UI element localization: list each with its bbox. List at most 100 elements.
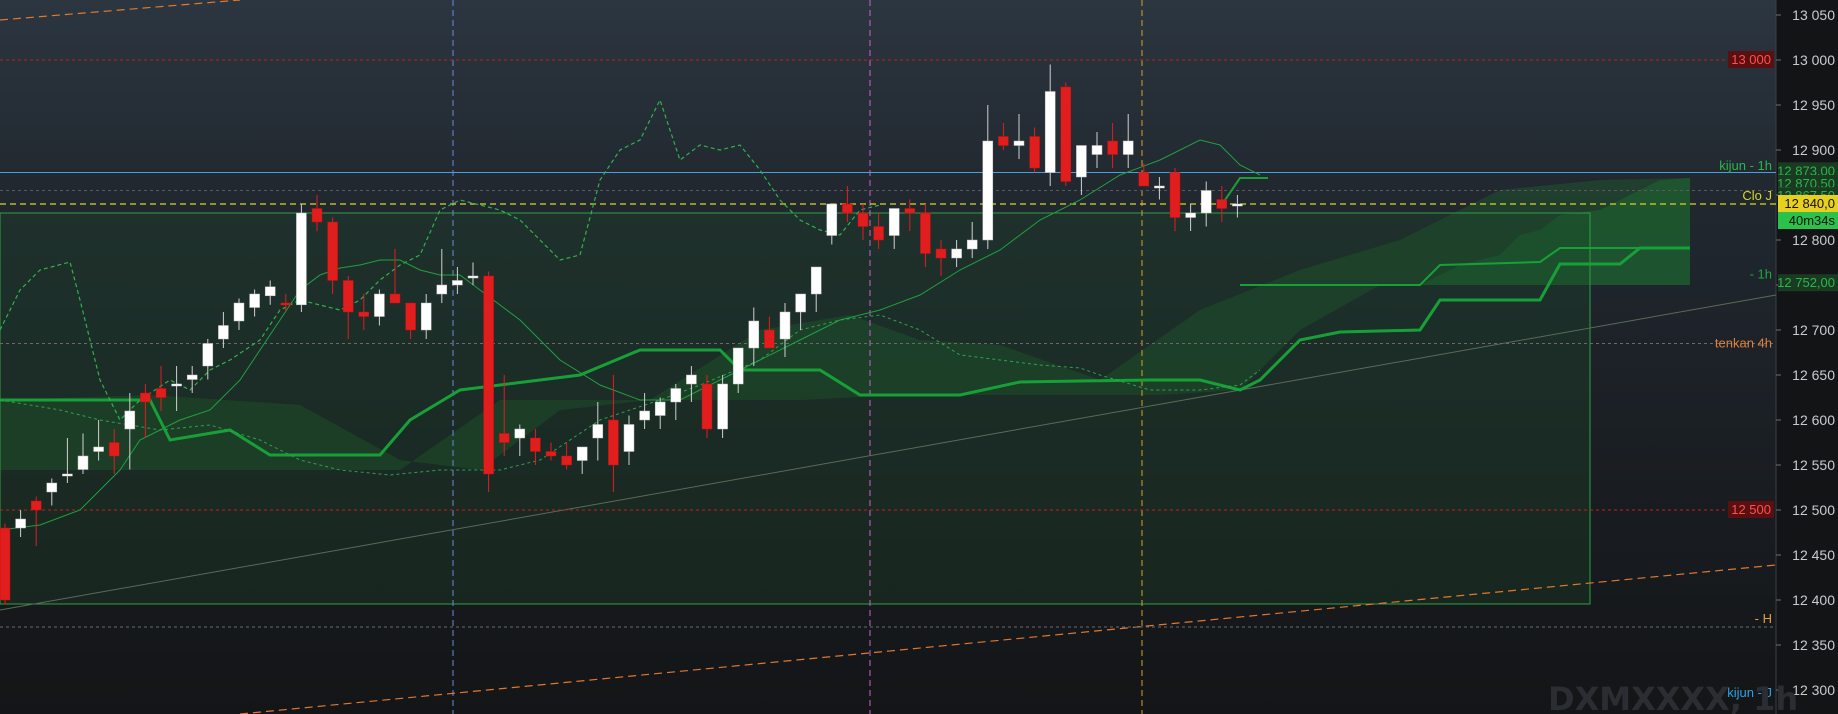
candle-body-6 [93,446,104,452]
candle-body-64 [998,136,1009,146]
candle-body-28 [436,284,448,295]
candle-body-61 [951,248,962,259]
tick-label-1: 13 000 [1792,52,1835,68]
candle-body-33 [514,428,526,439]
tick-label-8: 12 650 [1792,367,1835,383]
candle-body-5 [77,455,89,470]
candle-body-12 [186,374,198,380]
candle-body-75 [1169,172,1181,218]
candle-body-2 [30,500,42,511]
candle-body-58 [904,208,916,214]
candle-body-20 [311,208,323,223]
candle-body-72 [1122,140,1134,155]
tick-label-13: 12 400 [1792,592,1835,608]
candle-body-48 [748,320,760,349]
candle-body-29 [452,280,463,286]
candle-body-45 [701,383,713,430]
candle-body-68 [1060,86,1072,182]
candle-body-40 [623,424,635,452]
candle-body-14 [218,325,229,340]
candle-body-4 [62,473,73,477]
candle-body-17 [264,286,276,297]
tick-label-0: 13 050 [1792,7,1835,23]
candle-body-10 [155,388,167,398]
candle-body-60 [935,248,947,259]
candle-body-16 [249,293,260,308]
tick-label-5: 12 800 [1792,232,1835,248]
candle-body-0 [0,527,11,601]
candle-body-22 [342,280,354,313]
candle-body-11 [171,383,182,387]
last-price-tag: 12 840,0 [1784,196,1835,211]
candle-body-38 [592,424,604,439]
label-clo-j: Clo J [1742,188,1772,203]
label-tenkan-4h: tenkan 4h [1715,336,1772,351]
range-box [0,212,1591,605]
level-tag-12500: 12 500 [1731,502,1771,517]
candle-body-79 [1232,203,1243,207]
candle-body-30 [467,275,479,279]
right-tag-3: 12 752,00 [1777,275,1835,290]
chart-root: 13 05013 00012 95012 90012 85012 80012 7… [0,0,1838,714]
candle-body-39 [608,419,619,466]
candle-body-1 [15,518,26,529]
tick-label-11: 12 500 [1792,502,1835,518]
candle-body-43 [670,388,682,403]
candle-body-50 [779,311,791,340]
candle-body-9 [140,392,151,403]
candle-body-26 [405,302,416,331]
candle-body-74 [1154,185,1165,189]
candle-body-25 [389,293,401,304]
countdown-tag: 40m34s [1789,213,1836,228]
candle-body-65 [1013,140,1025,146]
candle-body-13 [202,343,214,367]
candle-body-3 [46,482,58,493]
symbol-watermark: DXMXXXX, 1h [1548,680,1798,714]
label-1h: - 1h [1750,267,1772,282]
candle-body-15 [233,302,245,322]
candle-body-31 [483,275,494,475]
candle-body-7 [108,442,120,457]
candle-body-19 [296,212,307,306]
candle-body-52 [810,266,822,295]
candle-body-41 [639,410,650,421]
candle-body-63 [982,140,994,241]
candle-body-69 [1076,145,1087,178]
candle-body-34 [530,437,541,452]
candle-body-54 [842,203,853,214]
candle-body-76 [1185,212,1196,218]
candle-body-67 [1044,91,1056,173]
candle-body-27 [420,302,432,331]
candle-body-62 [966,239,978,250]
range-rectangle [0,212,1591,605]
candle-body-71 [1107,140,1118,155]
candle-body-47 [732,347,744,385]
candle-body-78 [1216,199,1228,209]
candle-body-70 [1091,145,1103,155]
candle-body-49 [764,329,775,349]
candle-body-37 [576,446,588,461]
candle-body-42 [654,401,666,416]
candle-body-36 [561,455,572,466]
tick-label-10: 12 550 [1792,457,1835,473]
tick-label-12: 12 450 [1792,547,1835,563]
tick-label-15: 12 300 [1792,682,1835,698]
candle-body-21 [327,221,338,281]
tick-label-3: 12 900 [1792,142,1835,158]
candle-body-32 [498,433,510,443]
candle-body-77 [1200,190,1212,214]
candle-body-51 [795,293,806,313]
level-tag-13000: 13 000 [1731,52,1771,67]
candle-body-24 [374,293,385,317]
candle-body-46 [717,383,728,430]
candle-body-56 [873,226,884,241]
candle-body-73 [1138,172,1150,187]
candle-body-8 [124,410,136,430]
candle-body-57 [888,208,900,236]
candle-body-59 [920,212,931,254]
candlestick-chart: 13 05013 00012 95012 90012 85012 80012 7… [0,0,1838,714]
tick-label-2: 12 950 [1792,97,1835,113]
candle-body-23 [358,311,370,317]
candle-body-53 [826,203,838,236]
candle-body-18 [280,302,292,306]
